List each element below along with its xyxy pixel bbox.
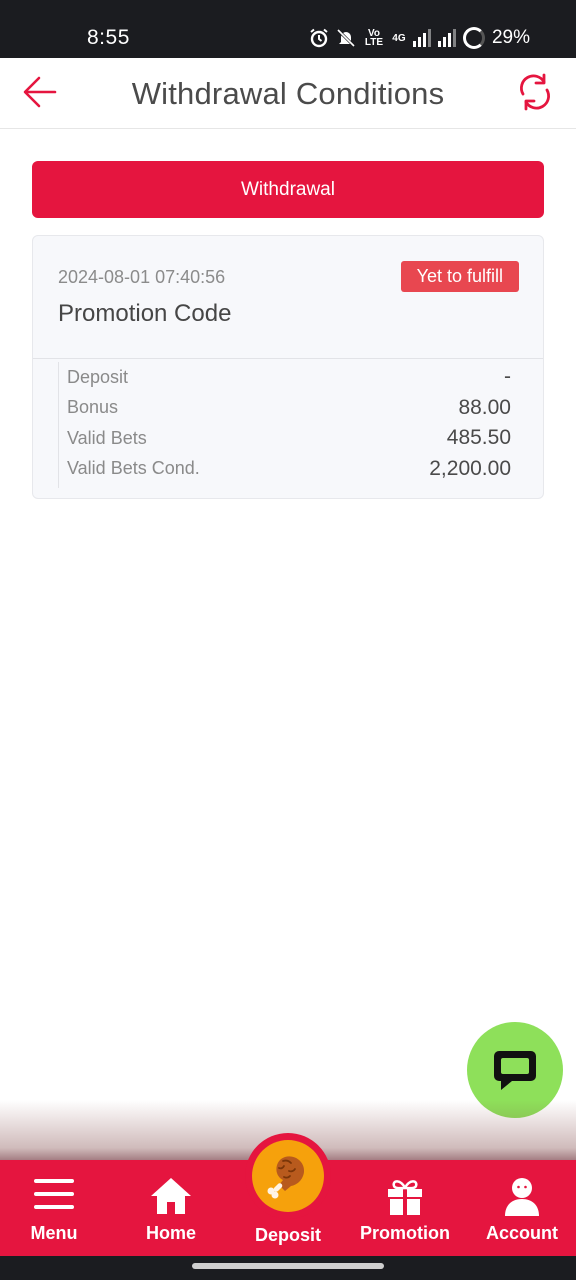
condition-date: 2024-08-01 07:40:56 — [58, 267, 226, 287]
battery-ring-icon — [462, 27, 485, 49]
withdrawal-condition-card: 2024-08-01 07:40:56 Yet to fulfill Promo… — [32, 235, 544, 499]
battery-percent: 29% — [491, 27, 530, 48]
tab-account[interactable]: Account — [464, 1160, 576, 1256]
detail-row-deposit: Deposit - — [59, 362, 511, 393]
detail-value: 485.50 — [446, 426, 511, 450]
data-label: 4G — [392, 32, 406, 44]
detail-value: 88.00 — [458, 395, 511, 419]
tab-home[interactable]: Home — [113, 1160, 229, 1256]
signal-2-icon — [437, 29, 456, 47]
tab-menu[interactable]: Menu — [0, 1160, 112, 1256]
system-nav-bar — [0, 1256, 576, 1280]
signal-1-icon — [412, 29, 431, 47]
detail-value: 2,200.00 — [429, 456, 511, 480]
condition-details: Deposit - Bonus 88.00 Valid Bets 485.50 … — [58, 362, 511, 488]
detail-label: Valid Bets — [67, 427, 147, 448]
detail-label: Bonus — [67, 397, 119, 418]
menu-icon — [34, 1179, 74, 1209]
user-icon — [505, 1178, 539, 1216]
deposit-button[interactable] — [245, 1133, 331, 1219]
page-title: Withdrawal Conditions — [131, 76, 445, 111]
detail-row-valid-bets-cond: Valid Bets Cond. 2,200.00 — [59, 454, 511, 485]
home-icon — [151, 1178, 191, 1214]
status-icons: Vo LTE 4G 29% — [309, 26, 530, 50]
page-header: Withdrawal Conditions — [0, 58, 576, 129]
status-bar: 8:55 Vo LTE 4G 29% — [0, 0, 576, 58]
card-divider — [33, 358, 543, 359]
tab-label: Promotion — [360, 1223, 450, 1243]
deposit-icon-circle — [252, 1140, 324, 1212]
detail-label: Valid Bets Cond. — [67, 458, 200, 479]
mute-bell-icon — [336, 28, 356, 48]
detail-value: - — [504, 365, 511, 389]
tab-label: Home — [145, 1223, 196, 1243]
tab-promotion[interactable]: Promotion — [347, 1160, 463, 1256]
tab-label: Deposit — [254, 1225, 321, 1245]
volte-label: Vo LTE — [364, 28, 384, 48]
home-gesture-handle[interactable] — [192, 1263, 384, 1269]
tab-label: Account — [486, 1223, 558, 1243]
tab-label: Menu — [30, 1223, 78, 1243]
condition-type: Promotion Code — [58, 300, 232, 327]
status-badge: Yet to fulfill — [400, 261, 519, 292]
detail-label: Deposit — [67, 366, 129, 387]
status-time: 8:55 — [87, 26, 130, 49]
withdrawal-button[interactable]: Withdrawal — [32, 161, 544, 218]
detail-row-valid-bets: Valid Bets 485.50 — [59, 423, 511, 454]
gift-icon — [388, 1180, 422, 1215]
alarm-icon — [310, 28, 328, 48]
fried-chicken-icon — [267, 1156, 305, 1199]
detail-row-bonus: Bonus 88.00 — [59, 393, 511, 424]
refresh-icon[interactable] — [516, 72, 554, 112]
chat-bubble-icon — [494, 1051, 536, 1090]
